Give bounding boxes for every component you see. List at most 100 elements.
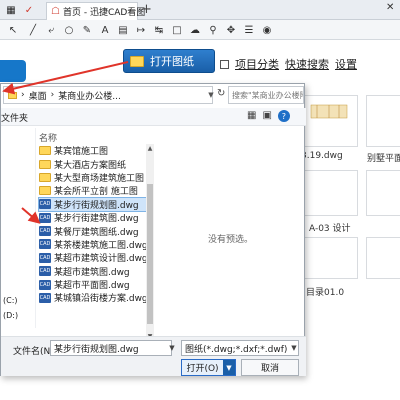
thumbnail-caption: 3.19.dwg [301, 151, 343, 161]
folder-icon [39, 172, 51, 182]
tab-title: 首页 - 迅捷CAD看图 [62, 8, 146, 18]
cad-file-icon: CAD [39, 292, 51, 303]
chevron-down-icon[interactable]: ▼ [289, 340, 299, 356]
settings-link[interactable]: 设置 [335, 56, 357, 72]
filename-input[interactable]: 某步行街规划图.dwg [50, 340, 172, 356]
navigation-pane: (C:) (D:) [1, 128, 31, 338]
view-options-icon[interactable]: ▦ [247, 110, 256, 122]
file-list: 某宾馆施工图 某大酒店方案图纸 某大型商场建筑施工图 某会所平立剖 施工图 CAD 某步行… [38, 144, 148, 305]
address-bar-row: › 桌面 › 某商业办公楼... ▼ ↻ 搜索"某商业办公楼附近CAD... [1, 86, 306, 106]
chevron-down-icon[interactable]: ▼ [223, 360, 235, 375]
pane-divider[interactable] [35, 128, 36, 328]
search-placeholder: 搜索"某商业办公楼附近CAD... [232, 90, 303, 100]
folder-row[interactable]: 某大型商场建筑施工图 [39, 171, 147, 184]
drawing-thumbnail[interactable] [300, 170, 358, 216]
file-name: 某城镇沿街楼方案.dwg [54, 294, 148, 305]
eraser-icon[interactable]: ▤ [116, 23, 130, 37]
file-row[interactable]: CAD 某步行街建筑图.dwg [39, 211, 147, 224]
chevron-right-icon: › [50, 90, 55, 100]
address-bar[interactable]: › 桌面 › 某商业办公楼... [3, 86, 213, 104]
cad-file-icon: CAD [39, 199, 51, 210]
home-icon: ☖ [51, 6, 60, 17]
zoom-icon[interactable]: ⚲ [206, 23, 220, 37]
side-panel-tab[interactable] [0, 60, 26, 82]
folder-icon [130, 55, 144, 67]
refresh-icon[interactable]: ↻ [217, 88, 225, 99]
line-icon[interactable]: ╱ [26, 23, 40, 37]
cad-file-icon: CAD [39, 226, 51, 237]
search-input[interactable]: 搜索"某商业办公楼附近CAD... [228, 86, 304, 104]
layer-icon[interactable]: ☰ [242, 23, 256, 37]
drawing-thumbnail[interactable] [366, 170, 400, 216]
text-icon[interactable]: A [98, 23, 112, 37]
file-name: 某茶楼建筑施工图.dwg [54, 240, 148, 251]
filetype-select[interactable]: 图纸(*.dwg;*.dxf;*.dwf) [181, 340, 299, 356]
drawing-thumbnail[interactable] [300, 95, 358, 147]
file-row[interactable]: CAD 某餐厅建筑图纸.dwg [39, 224, 147, 238]
file-row[interactable]: CAD 某城镇沿街楼方案.dwg [39, 291, 148, 305]
polyline-icon[interactable]: ⤶ [44, 23, 58, 37]
project-category-checkbox[interactable] [220, 59, 229, 69]
file-name: 某大酒店方案图纸 [54, 160, 127, 171]
preview-pane: 没有预选。 [159, 144, 302, 334]
project-category-link[interactable]: 项目分类 [235, 56, 279, 72]
open-drawing-label: 打开图纸 [150, 55, 194, 68]
filetype-value: 图纸(*.dwg;*.dxf;*.dwf) [185, 344, 288, 355]
measure-icon[interactable]: ↦ [134, 23, 148, 37]
drawing-thumbnail[interactable] [300, 237, 358, 279]
header-links: 项目分类 快速搜索 设置 [220, 56, 357, 72]
breadcrumb-folder[interactable]: 某商业办公楼... [58, 89, 121, 102]
file-row[interactable]: CAD 某超市平面图.dwg [39, 278, 147, 291]
cad-file-icon: CAD [39, 266, 51, 277]
cancel-button[interactable]: 取消 [241, 359, 299, 376]
pen-icon[interactable]: ✎ [80, 23, 94, 37]
open-drawing-button[interactable]: 打开图纸 [123, 49, 215, 73]
folder-row[interactable]: 某宾馆施工图 [39, 144, 147, 157]
folder-icon [8, 91, 17, 99]
folder-icon [39, 146, 51, 156]
app-menu-icon[interactable]: ▦ [4, 3, 18, 17]
file-row[interactable]: CAD 某茶楼建筑施工图.dwg [39, 238, 148, 251]
drive-d[interactable]: (D:) [3, 311, 18, 320]
breadcrumb-desktop[interactable]: 桌面 [29, 89, 47, 102]
tab-home[interactable]: ☖ 首页 - 迅捷CAD看图 [46, 2, 145, 20]
ruler-icon[interactable]: ↹ [152, 23, 166, 37]
cursor-icon[interactable]: ↖ [6, 23, 20, 37]
scrollbar-thumb[interactable] [147, 184, 153, 324]
file-row[interactable]: CAD 某步行街规划图.dwg [38, 196, 148, 212]
folder-row[interactable]: 某会所平立剖 施工图 [39, 184, 147, 197]
file-name: 某超市建筑图.dwg [54, 267, 130, 278]
area-icon[interactable]: □ [170, 23, 184, 37]
file-row[interactable]: CAD 某超市建筑图.dwg [39, 265, 147, 278]
color-icon[interactable]: ◉ [260, 23, 274, 37]
new-tab-button[interactable]: + [141, 2, 152, 18]
help-icon[interactable]: ? [277, 110, 290, 122]
cad-file-icon: CAD [39, 252, 51, 263]
drawing-thumbnail[interactable] [366, 95, 400, 147]
file-name: 某宾馆施工图 [54, 147, 109, 158]
chevron-up-icon[interactable]: ▲ [146, 144, 154, 152]
open-button[interactable]: 打开(O) ▼ [181, 359, 236, 376]
drawing-thumbnail[interactable] [366, 237, 400, 279]
cad-file-icon: CAD [39, 239, 51, 250]
title-bar: ▦ ✓ ☖ 首页 - 迅捷CAD看图 + ✕ [0, 0, 400, 20]
file-name: 某超市平面图.dwg [54, 281, 130, 292]
file-name: 某大型商场建筑施工图 [54, 173, 145, 184]
column-header-name[interactable]: 名称 [39, 131, 57, 144]
file-row[interactable]: CAD 某超市建筑设计图.dwg [39, 251, 148, 265]
file-name: 某超市建筑设计图.dwg [54, 254, 148, 265]
preview-pane-icon[interactable]: ▣ [262, 110, 271, 122]
quick-search-link[interactable]: 快速搜索 [285, 56, 329, 72]
preview-empty-text: 没有预选。 [207, 235, 253, 245]
new-folder-button[interactable]: 文件夹 [1, 111, 28, 124]
file-list-scrollbar[interactable]: ▲ ▼ [146, 144, 154, 340]
pan-icon[interactable]: ✥ [224, 23, 238, 37]
chevron-down-icon[interactable]: ▼ [167, 340, 177, 356]
circle-icon[interactable]: ○ [62, 23, 76, 37]
chevron-down-icon[interactable]: ▼ [206, 86, 216, 104]
drive-c[interactable]: (C:) [3, 296, 18, 305]
open-file-dialog: › 桌面 › 某商业办公楼... ▼ ↻ 搜索"某商业办公楼附近CAD... 文… [0, 83, 306, 376]
cloud-icon[interactable]: ☁ [188, 23, 202, 37]
folder-row[interactable]: 某大酒店方案图纸 [39, 157, 147, 171]
close-window-icon[interactable]: ✕ [386, 2, 394, 13]
